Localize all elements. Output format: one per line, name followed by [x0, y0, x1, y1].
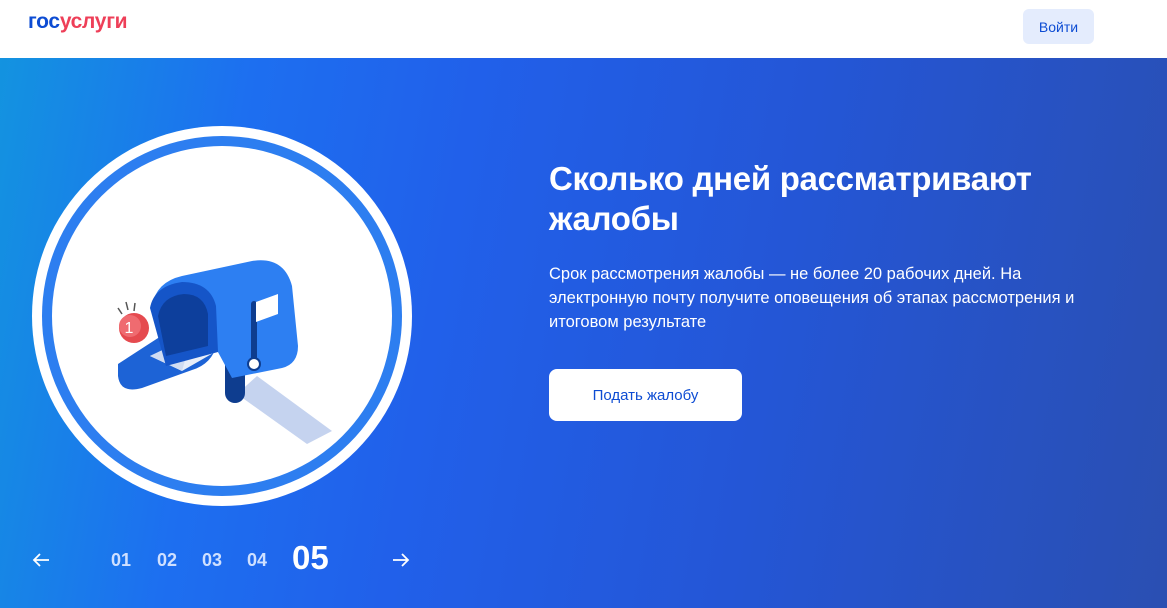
logo-part-uslugi: услуги	[59, 10, 128, 33]
pager-page-2[interactable]: 02	[157, 550, 177, 571]
arrow-right-icon[interactable]	[389, 548, 413, 572]
illustration-circle: 1	[32, 126, 412, 506]
hero-banner: 1 Сколько дней рассматривают жалобы Срок…	[0, 58, 1167, 608]
mailbox-shadow	[237, 376, 332, 444]
arrow-left-icon[interactable]	[29, 548, 53, 572]
slider-pager: 01 02 03 04 05	[0, 528, 500, 588]
submit-complaint-button[interactable]: Подать жалобу	[549, 369, 742, 421]
logo-part-gos: гос	[28, 10, 60, 33]
hero-title: Сколько дней рассматривают жалобы	[549, 160, 1032, 237]
pager-page-1[interactable]: 01	[111, 550, 131, 571]
notification-count: 1	[125, 320, 134, 337]
hero-description: Срок рассмотрения жалобы — не более 20 р…	[549, 265, 1075, 331]
site-header: госуслуги Войти	[0, 0, 1167, 58]
pager-page-3[interactable]: 03	[202, 550, 222, 571]
gosuslugi-logo[interactable]: госуслуги	[28, 10, 128, 34]
pager-page-5-active[interactable]: 05	[292, 539, 329, 577]
login-button[interactable]: Войти	[1023, 9, 1094, 44]
mailbox-illustration: 1	[117, 260, 332, 444]
pager-page-4[interactable]: 04	[247, 550, 267, 571]
